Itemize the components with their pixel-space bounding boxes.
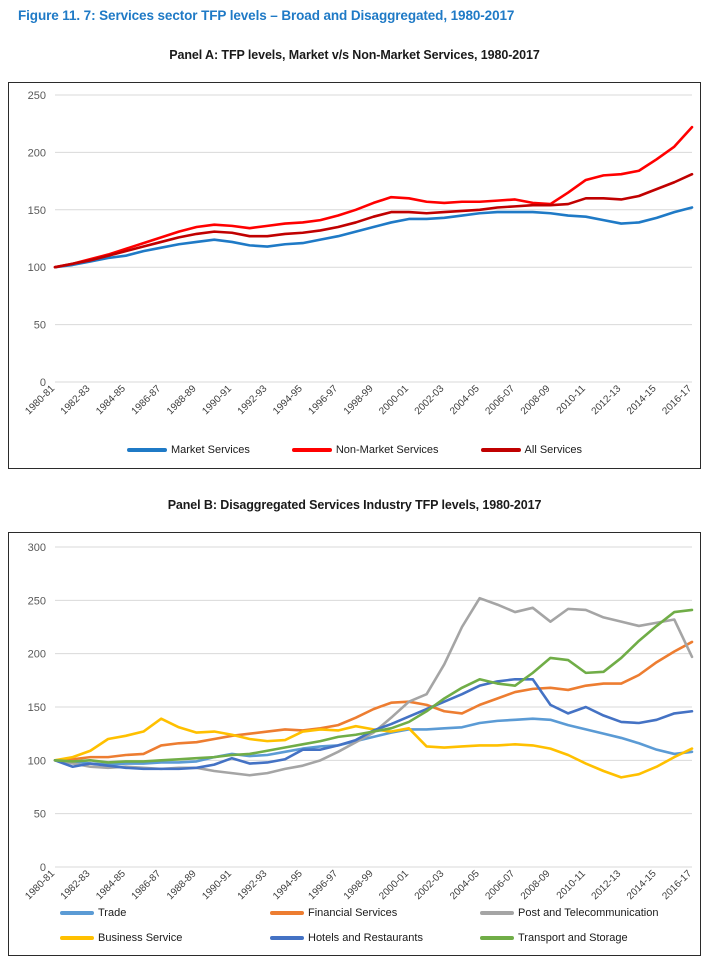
- x-axis-tick-label: 2004-05: [448, 383, 482, 417]
- data-line-financial-services: [53, 640, 694, 762]
- legend-label: Transport and Storage: [518, 931, 628, 944]
- panel-b-legend: Trade Financial Services Post and Telecomm…: [8, 900, 701, 950]
- x-axis-tick-label: 1986-87: [130, 383, 164, 417]
- x-axis-tick-label: 1982-83: [59, 868, 93, 902]
- x-axis-tick-label: 1992-93: [236, 868, 270, 902]
- x-axis-tick-label: 1994-95: [271, 868, 305, 902]
- y-axis-tick-label: 200: [28, 147, 46, 159]
- x-axis-tick-label: 2006-07: [483, 868, 517, 902]
- x-axis-tick-label: 1984-85: [94, 383, 128, 417]
- data-line-transport-and-storage: [53, 608, 694, 764]
- x-axis-tick-label: 1988-89: [165, 383, 199, 417]
- x-axis-tick-label: 2002-03: [413, 383, 447, 417]
- figure-page: Figure 11. 7: Services sector TFP levels…: [0, 0, 709, 970]
- panel-b-legend-item-business-service[interactable]: Business Service: [60, 932, 270, 944]
- y-axis-tick-label: 300: [28, 542, 46, 554]
- x-axis-tick-label: 1992-93: [236, 383, 270, 417]
- panel-b-legend-item-financial-services[interactable]: Financial Services: [270, 907, 480, 919]
- x-axis-tick-label: 2010-11: [555, 383, 589, 417]
- legend-color-swatch: [480, 448, 521, 452]
- y-axis-tick-label: 250: [28, 90, 46, 102]
- x-axis-tick-label: 1982-83: [59, 383, 93, 417]
- panel-a-legend: Market Services Non-Market Services All Se…: [8, 444, 701, 456]
- x-axis-tick-label: 2002-03: [413, 868, 447, 902]
- x-axis-tick-label: 2012-13: [590, 868, 624, 902]
- x-axis-tick-label: 1998-99: [342, 868, 376, 902]
- x-axis-tick-label: 1994-95: [271, 383, 305, 417]
- legend-color-swatch: [480, 910, 514, 915]
- y-axis-tick-label: 50: [34, 809, 46, 821]
- x-axis-tick-label: 2008-09: [519, 868, 553, 902]
- legend-color-swatch: [126, 448, 167, 452]
- data-line-post-and-telecommunication: [53, 596, 694, 777]
- y-axis-tick-label: 150: [28, 702, 46, 714]
- panel-b-legend-item-post-and-telecommunication[interactable]: Post and Telecommunication: [480, 907, 709, 919]
- x-axis-tick-label: 1986-87: [130, 868, 164, 902]
- legend-color-swatch: [60, 935, 94, 940]
- panel-a-chart: 0 50 100 150 200 250 1980-81 1982-83 1984-85 1986…: [8, 82, 701, 469]
- x-axis-tick-label: 2006-07: [483, 383, 517, 417]
- legend-color-swatch: [480, 935, 514, 940]
- x-axis-tick-label: 1996-97: [307, 868, 341, 902]
- y-axis-tick-label: 250: [28, 595, 46, 607]
- data-line-hotels-and-restaurants: [53, 677, 694, 771]
- panel-a-title: Panel A: TFP levels, Market v/s Non-Mark…: [169, 48, 540, 62]
- x-axis-tick-label: 1988-89: [165, 868, 199, 902]
- legend-label: Trade: [98, 906, 127, 919]
- legend-color-swatch: [270, 910, 304, 915]
- panel-a-plot: 0501001502002501980-81 1982-83 1984-85 1986…: [23, 90, 694, 417]
- panel-b-chart: 0 50 100 150 200 250 300 1980-81 1982-83 1984-85 1…: [8, 532, 701, 956]
- y-axis-tick-label: 100: [28, 755, 46, 767]
- x-axis-tick-label: 2008-09: [519, 383, 553, 417]
- y-axis-tick-label: 200: [28, 649, 46, 661]
- legend-label: Post and Telecommunication: [518, 906, 659, 919]
- legend-color-swatch: [60, 910, 94, 915]
- legend-color-swatch: [270, 935, 304, 940]
- panel-b-title: Panel B: Disaggregated Services Industry…: [167, 498, 542, 512]
- y-axis-tick-label: 50: [34, 320, 46, 332]
- x-axis-tick-label: 2010-11: [555, 868, 589, 902]
- panel-a-legend-item-market-services[interactable]: Market Services: [126, 444, 250, 456]
- panel-b-legend-item-trade[interactable]: Trade: [60, 907, 270, 919]
- x-axis-tick-label: 2016-17: [660, 383, 694, 417]
- x-axis-tick-label: 2000-01: [377, 868, 411, 902]
- x-axis-tick-label: 1996-97: [307, 383, 341, 417]
- data-line-all-services: [53, 172, 694, 269]
- x-axis-tick-label: 1990-91: [200, 383, 234, 417]
- y-axis-tick-label: 150: [28, 205, 46, 217]
- legend-label: All Services: [524, 444, 583, 456]
- y-axis-tick-label: 100: [28, 262, 46, 274]
- x-axis-tick-label: 2014-15: [625, 383, 659, 417]
- legend-label: Non-Market Services: [335, 444, 439, 456]
- legend-label: Market Services: [170, 444, 250, 456]
- x-axis-tick-label: 2012-13: [590, 383, 624, 417]
- panel-b-legend-item-hotels-and-restaurants[interactable]: Hotels and Restaurants: [270, 932, 480, 944]
- legend-label: Hotels and Restaurants: [308, 931, 423, 944]
- x-axis-tick-label: 2014-15: [625, 868, 659, 902]
- panel-a-legend-item-all-services[interactable]: All Services: [480, 444, 583, 456]
- panel-a-legend-item-non-market-services[interactable]: Non-Market Services: [291, 444, 439, 456]
- figure-title: Figure 11. 7: Services sector TFP levels…: [18, 8, 515, 23]
- x-axis-tick-label: 2016-17: [660, 868, 694, 902]
- legend-color-swatch: [291, 448, 332, 452]
- legend-label: Business Service: [98, 931, 183, 944]
- panel-b-plot: 0501001502002503001980-81 1982-83 1984-85 1…: [23, 542, 694, 902]
- x-axis-tick-label: 1990-91: [200, 868, 234, 902]
- x-axis-tick-label: 2000-01: [377, 383, 411, 417]
- legend-label: Financial Services: [308, 906, 398, 919]
- x-axis-tick-label: 1984-85: [94, 868, 128, 902]
- x-axis-tick-label: 1998-99: [342, 383, 376, 417]
- panel-b-legend-item-transport-and-storage[interactable]: Transport and Storage: [480, 932, 709, 944]
- x-axis-tick-label: 2004-05: [448, 868, 482, 902]
